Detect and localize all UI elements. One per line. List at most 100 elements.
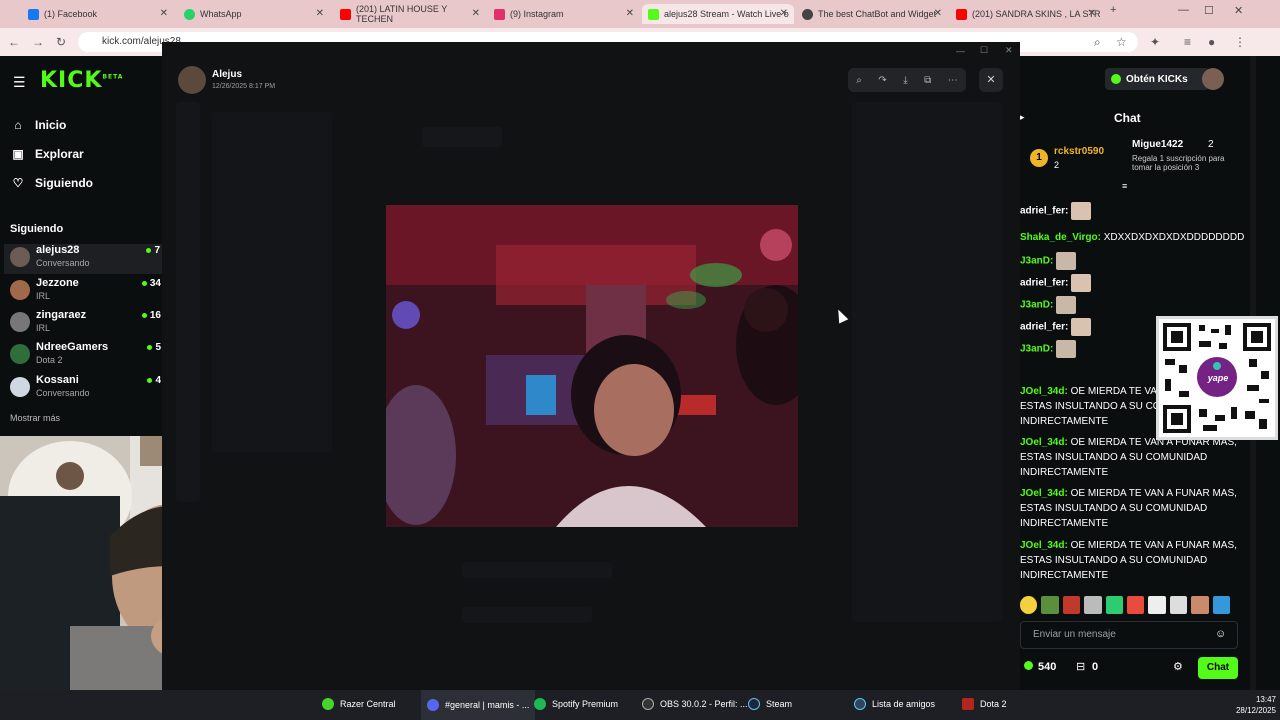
close-viewer-button[interactable]: ✕ (979, 68, 1003, 92)
taskbar-item-discord[interactable]: #general | mamis - ... (421, 690, 536, 720)
emote-icon[interactable] (1041, 596, 1059, 614)
send-chat-button[interactable]: Chat (1198, 657, 1238, 679)
nav-siguiendo[interactable]: ♡ Siguiendo (10, 176, 93, 190)
media-icon[interactable]: ≡ (1184, 35, 1191, 49)
close-icon[interactable]: ✕ (1088, 8, 1096, 19)
channel-category: Conversando (36, 258, 90, 268)
close-icon[interactable]: ✕ (780, 8, 788, 19)
tab-whatsapp[interactable]: WhatsApp ✕ (178, 4, 330, 24)
leader-1-name[interactable]: rckstr0590 (1054, 146, 1104, 157)
gift-icon[interactable]: ⊟ (1076, 660, 1085, 673)
reload-icon[interactable]: ↻ (56, 35, 66, 49)
following-item-jezzone[interactable]: Jezzone IRL 34 (10, 277, 165, 307)
chat-username[interactable]: JOel_34d: (1020, 540, 1068, 551)
expand-leaderboard-icon[interactable]: ≡ (1122, 181, 1127, 191)
tab-chatbot[interactable]: The best ChatBot and Widget ✕ (796, 4, 948, 24)
maximize-icon[interactable]: ☐ (1204, 4, 1214, 17)
emote-icon[interactable] (1148, 596, 1166, 614)
following-item-kossani[interactable]: Kossani Conversando 4 (10, 374, 165, 404)
leader-2-count: 2 (1208, 139, 1214, 150)
minimize-icon[interactable]: — (1178, 4, 1189, 16)
post-timestamp: 12/26/2025 8:17 PM (212, 83, 276, 90)
nav-label: Inicio (35, 118, 67, 132)
close-icon[interactable]: ✕ (472, 8, 480, 19)
following-item-alejus28[interactable]: alejus28 Conversando 7 (4, 244, 164, 274)
more-icon[interactable]: ⋯ (948, 75, 958, 86)
leader-2-name[interactable]: Migue1422 (1132, 139, 1183, 150)
tab-label: (201) SANDRA SKINS , LA STR (972, 9, 1101, 19)
forward-icon[interactable]: ↷ (878, 75, 886, 86)
close-window-icon[interactable]: ✕ (1005, 45, 1013, 56)
close-icon[interactable]: ✕ (934, 8, 942, 19)
zoom-icon[interactable]: ⌕ (1094, 35, 1101, 50)
taskbar-item-steam[interactable]: Steam (748, 698, 792, 710)
taskbar-item-spotify[interactable]: Spotify Premium (534, 698, 618, 710)
close-window-icon[interactable]: ✕ (1234, 4, 1243, 17)
chat-username[interactable]: Shaka_de_Virgo: (1020, 232, 1101, 243)
user-avatar[interactable] (1202, 68, 1224, 90)
emote-icon[interactable] (1062, 596, 1081, 614)
emote-icon[interactable] (1169, 596, 1188, 614)
system-clock[interactable]: 13:47 28/12/2025 (1230, 694, 1276, 716)
emote-icon[interactable] (1212, 596, 1231, 614)
show-more-link[interactable]: Mostrar más (10, 413, 60, 423)
taskbar-item-friends[interactable]: Lista de amigos (854, 698, 935, 710)
nav-explorar[interactable]: ▣ Explorar (10, 147, 83, 161)
tab-facebook[interactable]: (1) Facebook ✕ (22, 4, 174, 24)
tab-instagram[interactable]: (9) Instagram ✕ (488, 4, 640, 24)
collapse-chat-icon[interactable]: ▸ (1020, 112, 1025, 123)
taskbar-item-razer[interactable]: Razer Central (322, 698, 396, 710)
maximize-icon[interactable]: ☐ (980, 45, 988, 56)
following-item-zingaraez[interactable]: zingaraez IRL 16 (10, 309, 165, 339)
tab-youtube-latin-house[interactable]: (201) LATIN HOUSE Y TECHEN ✕ (334, 4, 486, 24)
emote-icon (1071, 318, 1092, 336)
chat-username[interactable]: J3anD: (1020, 300, 1053, 311)
menu-icon[interactable]: ⋮ (1234, 35, 1246, 49)
zoom-icon[interactable]: ⌕ (856, 75, 862, 86)
forward-icon[interactable]: → (32, 35, 44, 49)
download-icon[interactable]: ⤓ (903, 75, 907, 86)
tab-kick-alejus28[interactable]: alejus28 Stream - Watch Live o ✕ (642, 4, 794, 24)
emote-icon[interactable] (1191, 596, 1209, 614)
chat-username[interactable]: JOel_34d: (1020, 437, 1068, 448)
settings-icon[interactable]: ⚙ (1173, 660, 1183, 673)
emoji-picker-icon[interactable]: ☺ (1215, 628, 1226, 640)
author-avatar (178, 66, 206, 94)
chat-username[interactable]: adriel_fer: (1020, 206, 1068, 217)
chat-input[interactable]: Enviar un mensaje ☺ (1020, 621, 1238, 649)
chat-username[interactable]: JOel_34d: (1020, 386, 1068, 397)
browser-tab-bar: (1) Facebook ✕ WhatsApp ✕ (201) LATIN HO… (0, 0, 1280, 28)
kick-logo[interactable]: KICKBETA (40, 68, 123, 93)
taskbar-item-dota2[interactable]: Dota 2 (962, 698, 1007, 710)
channel-name: Jezzone (36, 277, 79, 289)
kicks-balance: 540 (1038, 661, 1057, 673)
chat-username[interactable]: J3anD: (1020, 256, 1053, 267)
extensions-icon[interactable]: ✦ (1150, 35, 1160, 49)
minimize-icon[interactable]: — (956, 46, 965, 56)
back-icon[interactable]: ← (8, 35, 20, 49)
chat-username[interactable]: adriel_fer: (1020, 278, 1068, 289)
shared-video-frame[interactable] (386, 205, 798, 527)
emote-icon[interactable] (1084, 596, 1102, 614)
emote-icon[interactable] (1127, 596, 1145, 614)
emote-icon[interactable] (1020, 596, 1038, 614)
hamburger-menu-icon[interactable]: ☰ (13, 74, 26, 91)
tab-youtube-sandra[interactable]: (201) SANDRA SKINS , LA STR ✕ (950, 4, 1102, 24)
following-item-ndreegamers[interactable]: NdreeGamers Dota 2 5 (10, 341, 165, 371)
emote-icon[interactable] (1105, 596, 1124, 614)
chat-username[interactable]: J3anD: (1020, 344, 1053, 355)
taskbar-item-obs[interactable]: OBS 30.0.2 - Perfil: ... (642, 698, 748, 710)
get-kicks-button[interactable]: Obtén KICKs (1105, 68, 1209, 90)
close-icon[interactable]: ✕ (626, 8, 634, 19)
chat-username[interactable]: adriel_fer: (1020, 322, 1068, 333)
close-icon[interactable]: ✕ (316, 8, 324, 19)
new-tab-button[interactable]: + (1110, 4, 1116, 16)
bookmark-icon[interactable]: ☆ (1116, 35, 1127, 49)
message-placeholder (422, 127, 502, 147)
close-icon[interactable]: ✕ (160, 8, 168, 19)
kick-icon (648, 8, 659, 20)
open-external-icon[interactable]: ⧉ (924, 75, 931, 86)
profile-icon[interactable]: ● (1208, 35, 1215, 49)
chat-username[interactable]: JOel_34d: (1020, 488, 1068, 499)
nav-inicio[interactable]: ⌂ Inicio (10, 118, 66, 132)
